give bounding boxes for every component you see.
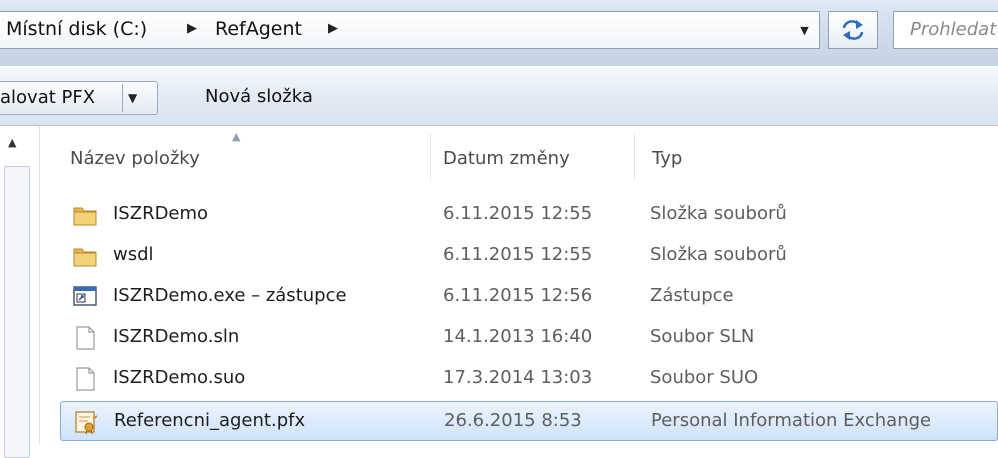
- file-row[interactable]: wsdl 6.11.2015 12:55 Složka souborů: [60, 236, 998, 276]
- file-date: 6.11.2015 12:56: [443, 285, 593, 306]
- breadcrumb-arrow-icon[interactable]: ▶: [187, 21, 197, 36]
- refresh-icon: [842, 20, 864, 40]
- breadcrumb-arrow-icon[interactable]: ▶: [328, 21, 338, 36]
- file-type: Složka souborů: [650, 244, 787, 265]
- folder-icon: [73, 248, 97, 267]
- address-dropdown-icon[interactable]: ▼: [790, 12, 819, 48]
- file-name: wsdl: [113, 244, 154, 265]
- file-icon: [76, 326, 95, 350]
- file-date: 26.6.2015 8:53: [444, 410, 582, 431]
- file-row[interactable]: ISZRDemo.suo 17.3.2014 13:03 Soubor SUO: [60, 359, 998, 399]
- split-divider: [122, 84, 123, 112]
- scroll-up-icon[interactable]: ▲: [8, 136, 16, 149]
- command-bar: alovat PFX ▼ Nová složka: [0, 66, 998, 126]
- file-type: Soubor SLN: [650, 326, 755, 347]
- address-bar-row: Místní disk (C:) ▶ RefAgent ▶ ▼ Prohleda…: [0, 0, 998, 66]
- file-row[interactable]: ISZRDemo.exe – zástupce 6.11.2015 12:56 …: [60, 277, 998, 317]
- file-row[interactable]: ISZRDemo.sln 14.1.2013 16:40 Soubor SLN: [60, 318, 998, 358]
- file-icon: [76, 367, 95, 391]
- folder-icon: [73, 207, 97, 226]
- file-date: 14.1.2013 16:40: [443, 326, 593, 347]
- file-date: 17.3.2014 13:03: [443, 367, 593, 388]
- file-name: ISZRDemo.exe – zástupce: [113, 285, 347, 306]
- certificate-icon: [75, 411, 98, 435]
- column-header-name[interactable]: Název položky: [70, 128, 200, 188]
- sort-ascending-icon: ▲: [232, 130, 241, 143]
- file-date: 6.11.2015 12:55: [443, 203, 593, 224]
- chevron-down-icon[interactable]: ▼: [128, 91, 137, 105]
- file-type: Zástupce: [650, 285, 734, 306]
- file-row-selected[interactable]: Referencni_agent.pfx 26.6.2015 8:53 Pers…: [60, 401, 998, 441]
- search-input[interactable]: Prohledat: [893, 11, 998, 49]
- file-type: Soubor SUO: [650, 367, 759, 388]
- search-placeholder: Prohledat: [910, 19, 997, 40]
- file-name: ISZRDemo.suo: [113, 367, 246, 388]
- column-divider[interactable]: [430, 134, 431, 180]
- address-bar[interactable]: Místní disk (C:) ▶ RefAgent ▶ ▼: [0, 11, 820, 49]
- file-name: Referencni_agent.pfx: [114, 410, 306, 431]
- navigation-pane: ▲: [0, 126, 40, 458]
- shortcut-icon: [73, 286, 97, 306]
- new-folder-button[interactable]: Nová složka: [205, 86, 313, 107]
- file-date: 6.11.2015 12:55: [443, 244, 593, 265]
- column-divider[interactable]: [634, 134, 635, 180]
- file-name: ISZRDemo: [113, 203, 209, 224]
- column-header-type[interactable]: Typ: [652, 128, 682, 188]
- file-row[interactable]: ISZRDemo 6.11.2015 12:55 Složka souborů: [60, 195, 998, 235]
- breadcrumb-refagent[interactable]: RefAgent: [215, 18, 302, 40]
- breadcrumb-local-disk[interactable]: Místní disk (C:): [6, 18, 147, 40]
- install-pfx-split-button[interactable]: alovat PFX ▼: [0, 81, 158, 115]
- file-type: Složka souborů: [650, 203, 787, 224]
- install-pfx-button[interactable]: alovat PFX: [0, 87, 95, 108]
- column-header-date[interactable]: Datum změny: [443, 128, 570, 188]
- file-type: Personal Information Exchange: [651, 410, 932, 431]
- refresh-button[interactable]: [828, 11, 878, 49]
- file-name: ISZRDemo.sln: [113, 326, 240, 347]
- scrollbar-thumb[interactable]: [4, 166, 30, 458]
